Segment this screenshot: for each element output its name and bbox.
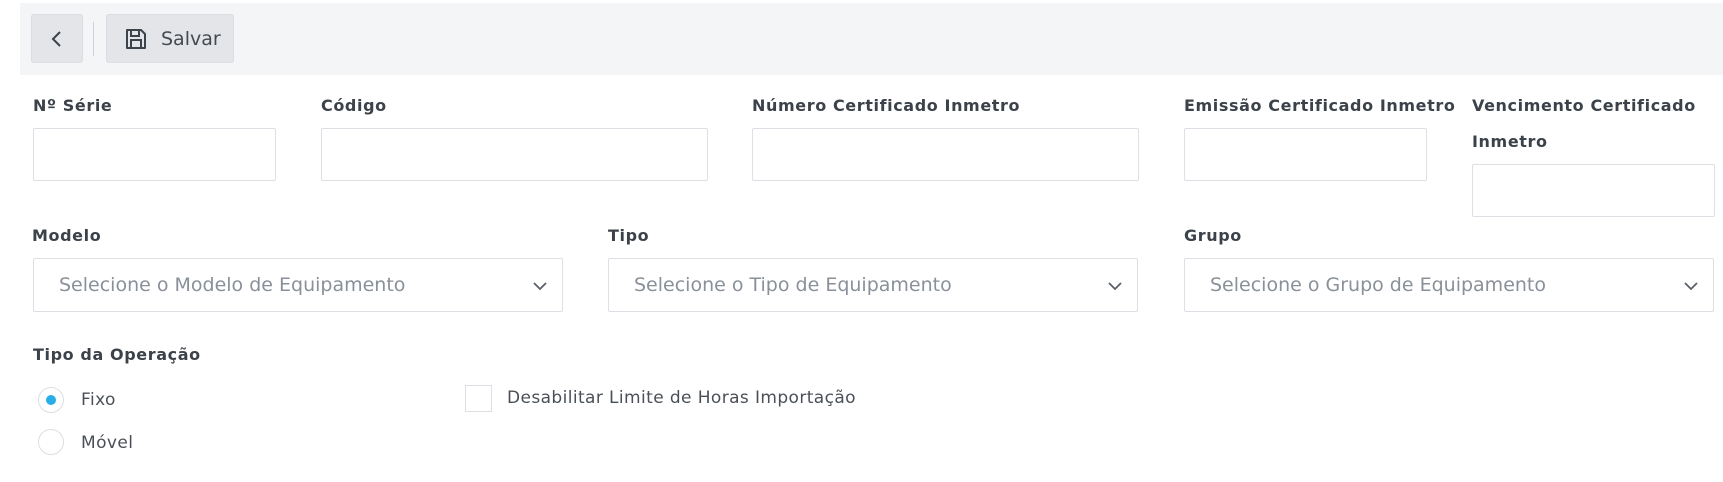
- chevron-down-icon: [533, 282, 547, 291]
- chevron-down-icon: [1108, 282, 1122, 291]
- modelo-label: Modelo: [32, 226, 102, 245]
- save-button[interactable]: Salvar: [106, 14, 234, 63]
- save-label: Salvar: [161, 27, 221, 50]
- modelo-select[interactable]: Selecione o Modelo de Equipamento: [33, 258, 563, 312]
- tipo-select[interactable]: Selecione o Tipo de Equipamento: [608, 258, 1138, 312]
- toolbar: Salvar: [20, 3, 1723, 75]
- radio-movel-label: Móvel: [81, 433, 134, 453]
- modelo-placeholder: Selecione o Modelo de Equipamento: [59, 274, 406, 296]
- desabilitar-limite-checkbox[interactable]: [465, 385, 492, 412]
- floppy-disk-icon: [125, 28, 147, 50]
- codigo-label: Código: [321, 96, 387, 115]
- grupo-label: Grupo: [1184, 226, 1242, 245]
- radio-movel[interactable]: [38, 429, 64, 455]
- chevron-left-icon: [51, 30, 61, 47]
- tipo-operacao-label: Tipo da Operação: [33, 345, 201, 364]
- vencimento-certificado-label-line2: Inmetro: [1472, 132, 1548, 151]
- serie-input[interactable]: [33, 128, 276, 181]
- radio-fixo-label: Fixo: [81, 390, 116, 410]
- chevron-down-icon: [1684, 282, 1698, 291]
- desabilitar-limite-label: Desabilitar Limite de Horas Importação: [507, 388, 856, 408]
- grupo-select[interactable]: Selecione o Grupo de Equipamento: [1184, 258, 1714, 312]
- codigo-input[interactable]: [321, 128, 708, 181]
- vencimento-certificado-label: Vencimento Certificado: [1472, 96, 1696, 115]
- radio-fixo[interactable]: [38, 387, 64, 413]
- serie-label: Nº Série: [33, 96, 113, 115]
- back-button[interactable]: [31, 14, 83, 63]
- numero-certificado-label: Número Certificado Inmetro: [752, 96, 1021, 115]
- toolbar-divider: [93, 22, 94, 56]
- emissao-certificado-label: Emissão Certificado Inmetro: [1184, 96, 1456, 115]
- grupo-placeholder: Selecione o Grupo de Equipamento: [1210, 274, 1546, 296]
- tipo-label: Tipo: [608, 226, 650, 245]
- vencimento-certificado-input[interactable]: [1472, 164, 1715, 217]
- emissao-certificado-input[interactable]: [1184, 128, 1427, 181]
- tipo-placeholder: Selecione o Tipo de Equipamento: [634, 274, 952, 296]
- numero-certificado-input[interactable]: [752, 128, 1139, 181]
